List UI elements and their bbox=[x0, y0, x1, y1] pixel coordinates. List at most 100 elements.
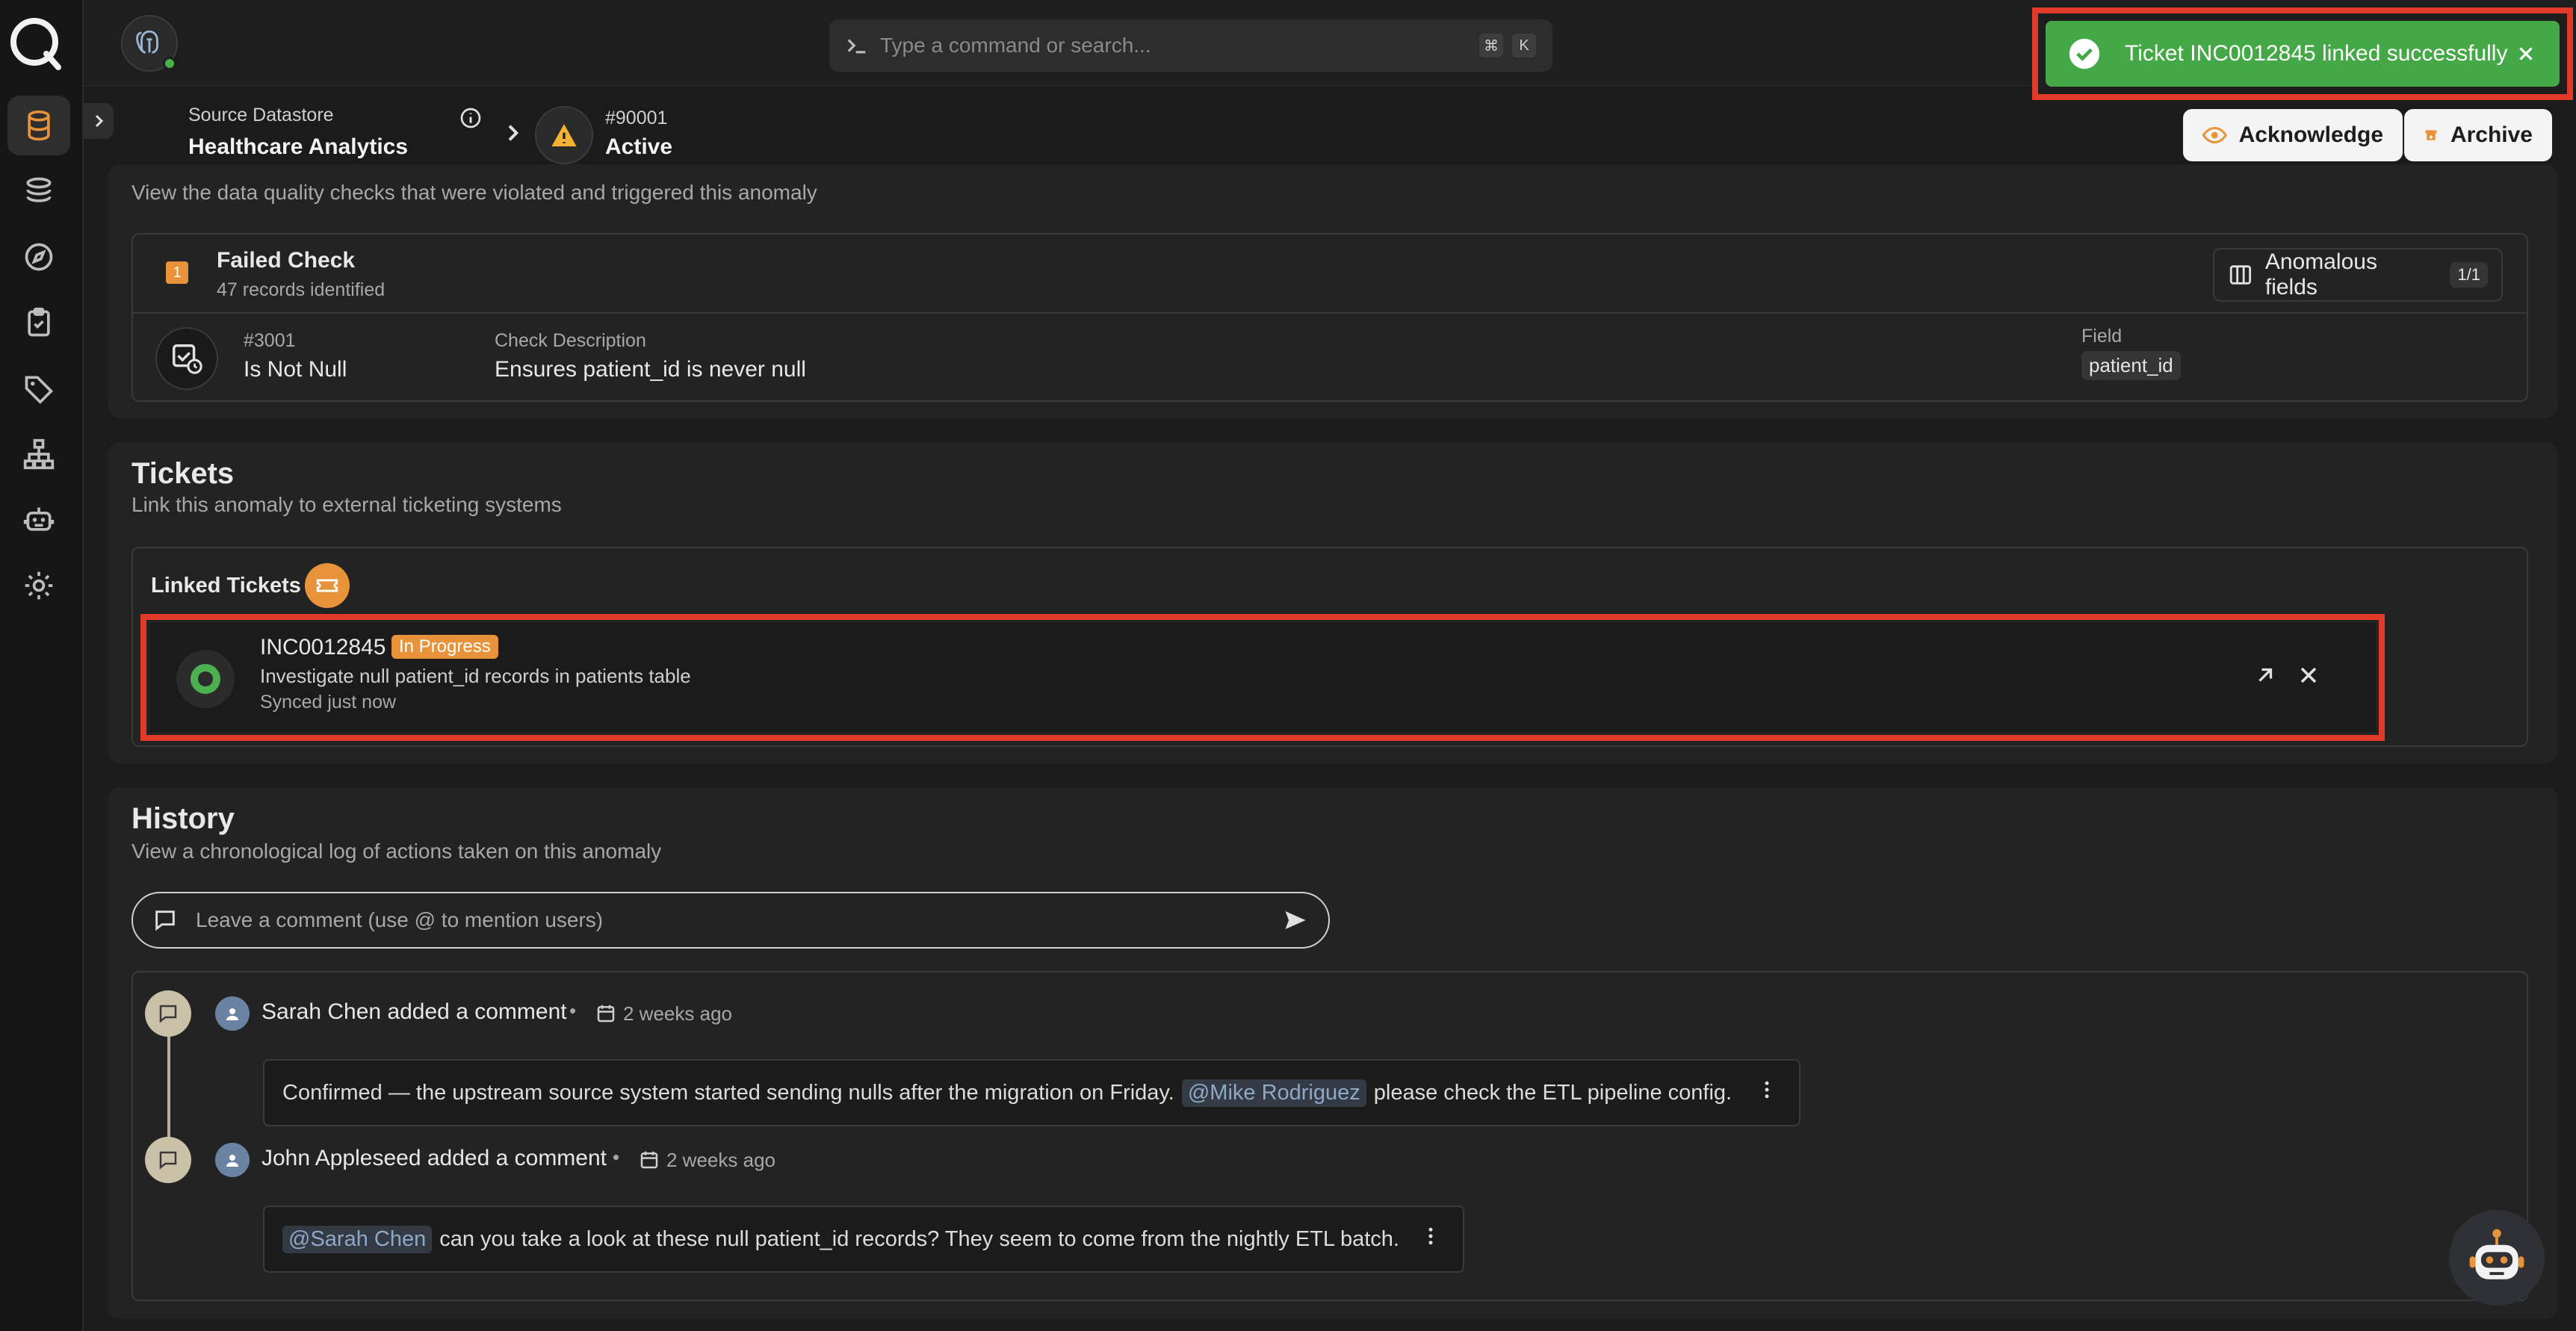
sidebar-item-tags[interactable] bbox=[7, 359, 70, 418]
success-toast: Ticket INC0012845 linked successfully bbox=[2032, 7, 2573, 100]
sidebar-item-settings[interactable] bbox=[7, 556, 70, 615]
entry-separator: • bbox=[569, 999, 577, 1022]
user-mention[interactable]: @Sarah Chen bbox=[282, 1225, 433, 1253]
failed-records-count: 47 records identified bbox=[217, 279, 386, 300]
assistant-bot-button[interactable] bbox=[2449, 1210, 2545, 1306]
unlink-ticket-icon[interactable] bbox=[2295, 662, 2322, 689]
comment-icon bbox=[155, 910, 175, 931]
check-description-value: Ensures patient_id is never null bbox=[495, 357, 806, 382]
chevron-right-icon bbox=[95, 114, 104, 128]
shortcut-key-cmd: ⌘ bbox=[1479, 34, 1503, 58]
comment-input[interactable]: Leave a comment (use @ to mention users) bbox=[131, 892, 1330, 949]
layers-icon bbox=[26, 177, 52, 202]
robot-icon bbox=[2469, 1229, 2524, 1279]
calendar-icon bbox=[640, 1151, 658, 1169]
ticket-summary: Investigate null patient_id records in p… bbox=[260, 665, 691, 687]
toast-message: Ticket INC0012845 linked successfully bbox=[2125, 41, 2508, 66]
tickets-title: Tickets bbox=[131, 457, 235, 490]
eye-icon bbox=[2202, 126, 2227, 144]
info-icon[interactable] bbox=[459, 106, 483, 130]
sidebar-expand-button[interactable] bbox=[84, 103, 114, 139]
history-entry-time: 2 weeks ago bbox=[666, 1149, 775, 1171]
sidebar-item-explore[interactable] bbox=[7, 161, 70, 221]
anomaly-id: #90001 bbox=[605, 108, 668, 128]
tickets-subtitle: Link this anomaly to external ticketing … bbox=[131, 493, 562, 516]
anomalous-fields-label: Anomalous fields bbox=[2264, 249, 2377, 300]
gear-icon bbox=[25, 571, 53, 600]
postgres-icon bbox=[136, 30, 158, 54]
sidebar-item-datastores[interactable] bbox=[7, 96, 70, 155]
send-icon[interactable] bbox=[1282, 907, 1309, 934]
anomaly-avatar[interactable] bbox=[535, 106, 593, 164]
archive-icon bbox=[2425, 130, 2437, 140]
comment-bubble: Confirmed — the upstream source system s… bbox=[263, 1059, 1801, 1126]
chevron-right-icon bbox=[501, 121, 524, 145]
failed-check-title: Failed Check bbox=[217, 248, 356, 273]
divider bbox=[133, 312, 2527, 314]
history-subtitle: View a chronological log of actions take… bbox=[131, 840, 662, 863]
check-name[interactable]: Is Not Null bbox=[244, 357, 347, 382]
comment-bubble: @Sarah Chen can you take a look at these… bbox=[263, 1206, 1464, 1273]
close-icon[interactable] bbox=[2515, 43, 2537, 65]
datastore-label: Source Datastore bbox=[188, 105, 334, 125]
check-description-label: Check Description bbox=[495, 330, 646, 351]
sidebar bbox=[0, 0, 84, 1331]
datastore-avatar[interactable] bbox=[121, 15, 178, 72]
app-logo[interactable] bbox=[7, 15, 64, 72]
datastore-name[interactable]: Healthcare Analytics bbox=[188, 134, 408, 160]
comment-event-icon bbox=[145, 990, 191, 1037]
timeline-connector bbox=[167, 1022, 170, 1153]
comment-event-icon bbox=[145, 1137, 191, 1183]
field-label: Field bbox=[2081, 326, 2123, 347]
open-external-icon[interactable] bbox=[2252, 662, 2279, 689]
ticket-id: INC0012845 bbox=[260, 635, 386, 660]
anomaly-status: Active bbox=[605, 134, 673, 159]
terminal-icon bbox=[847, 39, 866, 54]
history-title: History bbox=[131, 802, 235, 835]
database-icon bbox=[28, 110, 50, 141]
entry-separator: • bbox=[613, 1146, 620, 1168]
sidebar-item-agents[interactable] bbox=[7, 490, 70, 550]
robot-icon bbox=[23, 507, 55, 531]
comment-text: Confirmed — the upstream source system s… bbox=[282, 1080, 1174, 1105]
history-section: History View a chronological log of acti… bbox=[108, 787, 2558, 1319]
field-value-tag: patient_id bbox=[2081, 351, 2181, 380]
archive-label: Archive bbox=[2450, 122, 2533, 147]
avatar bbox=[215, 996, 250, 1031]
ticket-status-badge: In Progress bbox=[391, 635, 498, 659]
command-placeholder: Type a command or search... bbox=[880, 34, 1151, 57]
shortcut-key-k: K bbox=[1512, 34, 1536, 58]
comment-placeholder: Leave a comment (use @ to mention users) bbox=[196, 908, 604, 931]
comment-text: can you take a look at these null patien… bbox=[439, 1226, 1399, 1251]
sidebar-item-hierarchy[interactable] bbox=[7, 424, 70, 484]
check-clock-icon bbox=[173, 344, 202, 374]
user-mention[interactable]: @Mike Rodriguez bbox=[1181, 1079, 1366, 1107]
acknowledge-button[interactable]: Acknowledge bbox=[2183, 109, 2403, 161]
failed-count-badge: 1 bbox=[166, 261, 188, 284]
ticket-item[interactable]: INC0012845 In Progress Investigate null … bbox=[149, 623, 2376, 732]
history-timeline: Sarah Chen added a comment • 2 weeks ago… bbox=[131, 971, 2528, 1301]
comment-text: please check the ETL pipeline config. bbox=[1373, 1080, 1733, 1105]
history-entry-time: 2 weeks ago bbox=[623, 1002, 732, 1025]
anomalous-fields-button[interactable]: Anomalous fields 1/1 bbox=[2213, 248, 2503, 302]
failed-check-card: 1 Failed Check 47 records identified Ano… bbox=[131, 233, 2528, 402]
history-entry-author: Sarah Chen added a comment bbox=[261, 999, 567, 1024]
sitemap-icon bbox=[23, 438, 55, 470]
command-search-input[interactable]: Type a command or search... ⌘ K bbox=[829, 19, 1552, 72]
calendar-icon bbox=[597, 1005, 615, 1023]
check-circle-icon bbox=[2069, 38, 2100, 69]
sidebar-item-discover[interactable] bbox=[7, 227, 70, 287]
sidebar-item-checks[interactable] bbox=[7, 293, 70, 353]
more-vertical-icon[interactable] bbox=[1419, 1225, 1442, 1247]
ticket-sync-status: Synced just now bbox=[260, 692, 397, 713]
acknowledge-label: Acknowledge bbox=[2238, 122, 2383, 147]
tag-icon bbox=[25, 376, 54, 404]
columns-icon bbox=[2229, 265, 2252, 285]
check-type-avatar bbox=[155, 327, 218, 390]
more-vertical-icon[interactable] bbox=[1756, 1079, 1778, 1101]
avatar bbox=[215, 1143, 250, 1177]
anomalous-fields-count: 1/1 bbox=[2450, 262, 2488, 288]
archive-button[interactable]: Archive bbox=[2404, 109, 2552, 161]
checks-description: View the data quality checks that were v… bbox=[131, 181, 817, 204]
clipboard-check-icon bbox=[28, 307, 50, 337]
